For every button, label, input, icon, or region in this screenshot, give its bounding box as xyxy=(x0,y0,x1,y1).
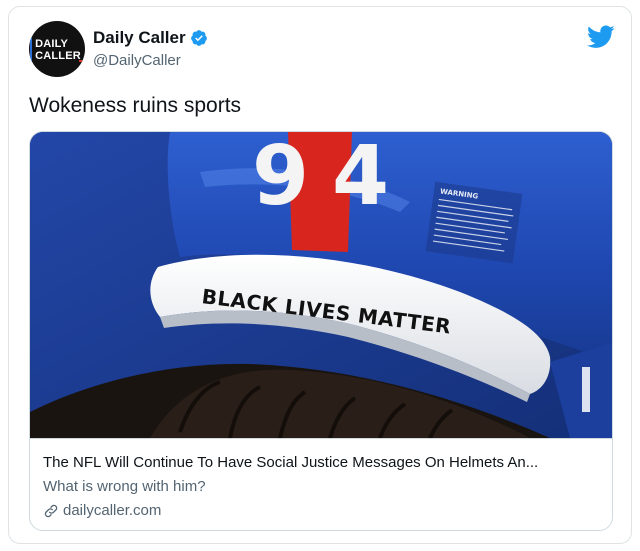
avatar-logo: DAILY CALLER xyxy=(29,36,85,63)
author-name-row[interactable]: Daily Caller xyxy=(93,28,208,48)
helmet-number-right: 4 xyxy=(332,131,390,224)
helmet-photo xyxy=(30,132,612,438)
tweet-card[interactable]: DAILY CALLER Daily Caller @DailyCaller W… xyxy=(8,6,632,544)
card-description: What is wrong with him? xyxy=(43,478,206,495)
card-domain[interactable]: dailycaller.com xyxy=(63,501,161,521)
tweet-text: Wokeness ruins sports xyxy=(29,94,242,117)
card-body[interactable]: The NFL Will Continue To Have Social Jus… xyxy=(30,438,612,530)
author-display-name[interactable]: Daily Caller xyxy=(93,28,186,48)
link-preview-card[interactable]: 9 4 WARNING BLACK LIVES MATTER The NFL W… xyxy=(29,131,613,531)
verified-badge-icon xyxy=(190,30,207,46)
card-title[interactable]: The NFL Will Continue To Have Social Jus… xyxy=(43,453,600,473)
card-domain-row[interactable]: dailycaller.com xyxy=(43,501,600,521)
avatar-logo-line1: DAILY xyxy=(35,37,69,50)
author-handle[interactable]: @DailyCaller xyxy=(93,52,181,69)
avatar[interactable]: DAILY CALLER xyxy=(29,21,85,77)
card-image[interactable]: 9 4 WARNING BLACK LIVES MATTER xyxy=(30,131,612,438)
link-icon xyxy=(44,504,58,518)
twitter-bird-icon[interactable] xyxy=(587,25,615,49)
helmet-number-left: 9 xyxy=(252,131,310,224)
avatar-logo-line2: CALLER xyxy=(35,49,81,62)
